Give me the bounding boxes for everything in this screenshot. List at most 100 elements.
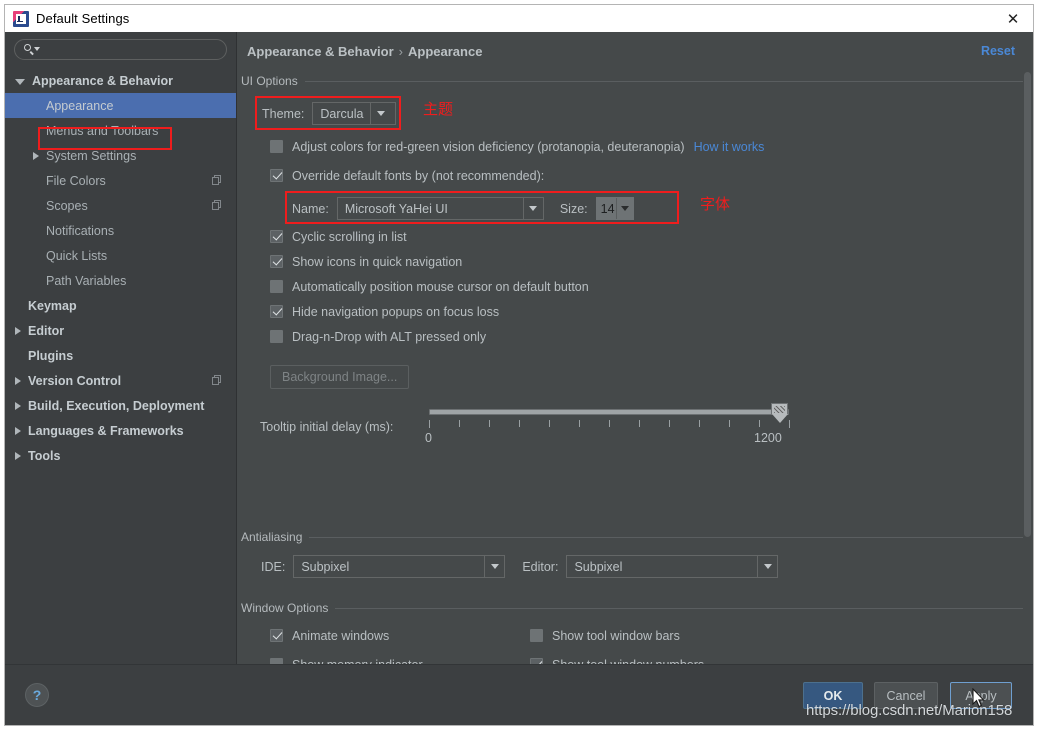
sidebar-item-keymap[interactable]: Keymap — [5, 293, 236, 318]
group-divider — [304, 80, 1023, 82]
ui-options-group: UI Options Theme: Darcula 主题 Adjust colo… — [237, 74, 1033, 453]
chevron-down-icon[interactable] — [522, 198, 543, 219]
sidebar-item-label: Scopes — [46, 198, 88, 213]
slider-tick — [459, 420, 460, 427]
checkbox-row[interactable]: Show icons in quick navigation — [270, 249, 1033, 274]
editor-antialiasing-value: Subpixel — [574, 559, 623, 574]
breadcrumb-root[interactable]: Appearance & Behavior — [247, 44, 394, 59]
tooltip-delay-slider[interactable]: Tooltip initial delay (ms): 0 1200 — [237, 397, 1033, 453]
sidebar-item-version-control[interactable]: Version Control — [5, 368, 236, 393]
antialiasing-label: Antialiasing — [241, 530, 303, 544]
font-size-dropdown[interactable]: 14 — [595, 197, 634, 220]
checkbox-row[interactable]: Hide navigation popups on focus loss — [270, 299, 1033, 324]
checkbox[interactable] — [270, 330, 283, 343]
chevron-right-icon[interactable] — [15, 326, 21, 335]
checkbox-label: Cyclic scrolling in list — [292, 229, 407, 244]
sidebar-item-label: Plugins — [28, 348, 74, 363]
settings-sidebar: Appearance & Behavior Appearance Menus and… — [5, 32, 237, 664]
chevron-down-icon[interactable] — [15, 78, 25, 85]
ide-antialiasing-dropdown[interactable]: Subpixel — [293, 555, 506, 578]
search-input[interactable] — [14, 39, 227, 60]
theme-dropdown[interactable]: Darcula — [312, 102, 397, 125]
sidebar-item-plugins[interactable]: Plugins — [5, 343, 236, 368]
adjust-colors-checkbox[interactable] — [270, 140, 283, 153]
chevron-down-icon[interactable] — [484, 556, 504, 577]
slider-tick — [699, 420, 700, 427]
sidebar-item-scopes[interactable]: Scopes — [5, 193, 236, 218]
vertical-scrollbar[interactable] — [1024, 72, 1031, 542]
sidebar-item-notifications[interactable]: Notifications — [5, 218, 236, 243]
help-button[interactable]: ? — [25, 683, 49, 707]
sidebar-item-tools[interactable]: Tools — [5, 443, 236, 468]
chevron-right-icon[interactable] — [15, 426, 21, 435]
font-size-value: 14 — [600, 201, 615, 216]
dialog-footer: ? OK Cancel Apply — [5, 664, 1033, 725]
sidebar-item-languages-frameworks[interactable]: Languages & Frameworks — [5, 418, 236, 443]
checkbox-row[interactable]: Show tool window bars — [530, 621, 704, 650]
checkbox-label: Animate windows — [292, 628, 390, 643]
slider-thumb[interactable] — [771, 403, 788, 423]
copy-settings-icon[interactable] — [212, 375, 223, 386]
chevron-down-icon[interactable] — [615, 198, 633, 219]
checkbox-row[interactable]: Show tool window numbers — [530, 650, 704, 664]
checkbox[interactable] — [270, 305, 283, 318]
sidebar-item-file-colors[interactable]: File Colors — [5, 168, 236, 193]
slider-min-label: 0 — [425, 431, 432, 445]
checkbox-row[interactable]: Show memory indicator — [270, 650, 423, 664]
title-bar: Default Settings ✕ — [4, 4, 1034, 32]
close-icon[interactable]: ✕ — [999, 7, 1027, 31]
checkbox[interactable] — [270, 255, 283, 268]
editor-antialiasing-label: Editor: — [522, 559, 559, 574]
slider-tick — [549, 420, 550, 427]
chevron-right-icon[interactable] — [33, 151, 39, 160]
chevron-down-icon[interactable] — [757, 556, 777, 577]
breadcrumb-separator: › — [398, 44, 404, 59]
how-it-works-link[interactable]: How it works — [694, 140, 765, 154]
scrollbar-thumb[interactable] — [1024, 72, 1031, 537]
ok-button[interactable]: OK — [803, 682, 863, 709]
checkbox-label: Automatically position mouse cursor on d… — [292, 279, 589, 294]
sidebar-item-label: Menus and Toolbars — [46, 123, 159, 138]
chevron-right-icon[interactable] — [15, 451, 21, 460]
reset-link[interactable]: Reset — [981, 44, 1015, 58]
checkbox[interactable] — [530, 629, 543, 642]
settings-window: Default Settings ✕ Appearance & Behavior… — [0, 0, 1038, 732]
sidebar-item-quick-lists[interactable]: Quick Lists — [5, 243, 236, 268]
ide-antialiasing-label: IDE: — [261, 559, 286, 574]
sidebar-item-label: Appearance & Behavior — [32, 73, 174, 88]
sidebar-item-path-variables[interactable]: Path Variables — [5, 268, 236, 293]
override-fonts-row[interactable]: Override default fonts by (not recommend… — [270, 163, 1033, 188]
sidebar-item-appearance[interactable]: Appearance — [5, 93, 236, 118]
checkbox-row[interactable]: Cyclic scrolling in list — [270, 224, 1033, 249]
chevron-down-icon[interactable] — [370, 103, 390, 124]
copy-settings-icon[interactable] — [212, 200, 223, 211]
slider-ticks — [429, 420, 790, 428]
apply-button[interactable]: Apply — [950, 682, 1012, 709]
sidebar-item-label: File Colors — [46, 173, 106, 188]
sidebar-item-system-settings[interactable]: System Settings — [5, 143, 236, 168]
annotation-font-note: 字体 — [700, 195, 731, 213]
checkbox[interactable] — [270, 280, 283, 293]
override-fonts-checkbox[interactable] — [270, 169, 283, 182]
cancel-button[interactable]: Cancel — [874, 682, 938, 709]
checkbox[interactable] — [270, 629, 283, 642]
content-area: Appearance & Behavior Appearance Menus and… — [5, 32, 1033, 664]
checkbox[interactable] — [270, 230, 283, 243]
chevron-right-icon[interactable] — [15, 401, 21, 410]
sidebar-item-label: Languages & Frameworks — [28, 423, 184, 438]
sidebar-item-label: Quick Lists — [46, 248, 108, 263]
sidebar-item-editor[interactable]: Editor — [5, 318, 236, 343]
background-image-button[interactable]: Background Image... — [270, 365, 410, 389]
checkbox-row[interactable]: Animate windows — [270, 621, 423, 650]
chevron-right-icon[interactable] — [15, 376, 21, 385]
sidebar-item-build-execution-deployment[interactable]: Build, Execution, Deployment — [5, 393, 236, 418]
slider-track[interactable] — [429, 409, 789, 415]
sidebar-item-menus-and-toolbars[interactable]: Menus and Toolbars — [5, 118, 236, 143]
sidebar-item-appearance-behavior[interactable]: Appearance & Behavior — [5, 68, 236, 93]
copy-settings-icon[interactable] — [212, 175, 223, 186]
editor-antialiasing-dropdown[interactable]: Subpixel — [566, 555, 779, 578]
font-name-dropdown[interactable]: Microsoft YaHei UI — [336, 197, 544, 220]
checkbox-row[interactable]: Automatically position mouse cursor on d… — [270, 274, 1033, 299]
checkbox-row[interactable]: Drag-n-Drop with ALT pressed only — [270, 324, 1033, 349]
adjust-colors-row[interactable]: Adjust colors for red-green vision defic… — [270, 134, 1033, 159]
